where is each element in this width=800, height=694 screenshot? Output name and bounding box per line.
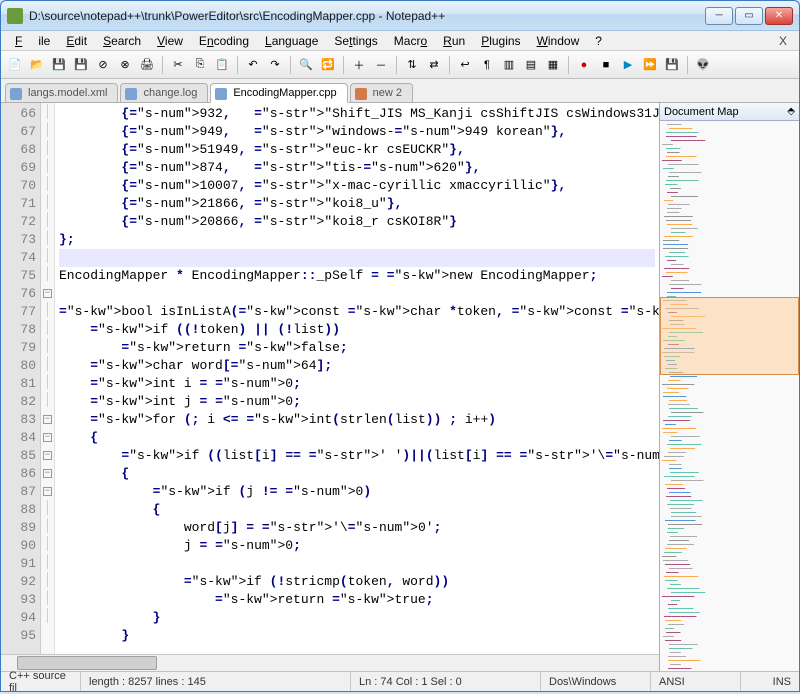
find-icon[interactable]: 🔍 [296, 55, 316, 75]
new-file-icon[interactable]: 📄 [5, 55, 25, 75]
cut-icon[interactable]: ✂ [168, 55, 188, 75]
tab-new2[interactable]: new 2 [350, 83, 413, 102]
alien-icon[interactable]: 👽 [693, 55, 713, 75]
status-length: length : 8257 lines : 145 [81, 672, 351, 691]
document-map-panel: Document Map ⬘ ▬▬▬▬▬▬▬▬▬▬▬▬▬▬▬▬▬▬▬▬▬▬▬▬▬… [659, 103, 799, 671]
docmap-icon[interactable]: ▦ [543, 55, 563, 75]
status-bar: C++ source fil length : 8257 lines : 145… [1, 671, 799, 691]
toolbar: 📄 📂 💾 💾 ⊘ ⊗ 🖨 ✂ ⎘ 📋 ↶ ↷ 🔍 🔁 ＋ － ⇅ ⇄ ↩ ¶ … [1, 51, 799, 79]
status-encoding: ANSI [651, 672, 741, 691]
separator [687, 56, 688, 74]
paste-icon[interactable]: 📋 [212, 55, 232, 75]
maximize-button[interactable]: ▭ [735, 7, 763, 25]
scrollbar-thumb[interactable] [17, 656, 157, 670]
app-icon [7, 8, 23, 24]
status-mode: INS [765, 672, 799, 691]
save-icon[interactable]: 💾 [49, 55, 69, 75]
wrap-icon[interactable]: ↩ [455, 55, 475, 75]
separator [290, 56, 291, 74]
window-title: D:\source\notepad++\trunk\PowerEditor\sr… [29, 9, 705, 23]
tab-langs-model[interactable]: langs.model.xml [5, 83, 118, 102]
menu-bar: File Edit Search View Encoding Language … [1, 31, 799, 51]
separator [343, 56, 344, 74]
code-area[interactable]: {="s-num">932, ="s-str">"Shift_JIS MS_Ka… [55, 103, 659, 654]
document-map-viewport[interactable] [660, 297, 799, 375]
document-map-title: Document Map ⬘ [660, 103, 799, 121]
tab-changelog[interactable]: change.log [120, 83, 208, 102]
status-eol: Dos\Windows [541, 672, 651, 691]
workspace: 6667686970717273747576777879808182838485… [1, 103, 799, 671]
menu-edit[interactable]: Edit [58, 33, 95, 49]
lang-icon[interactable]: ▤ [521, 55, 541, 75]
menu-macro[interactable]: Macro [386, 33, 435, 49]
open-file-icon[interactable]: 📂 [27, 55, 47, 75]
play-multi-icon[interactable]: ⏩ [640, 55, 660, 75]
fold-margin[interactable]: ││││││││││−││││││−−−−−│││││││ [41, 103, 55, 654]
separator [162, 56, 163, 74]
save-all-icon[interactable]: 💾 [71, 55, 91, 75]
menu-encoding[interactable]: Encoding [191, 33, 257, 49]
window-buttons: ─ ▭ ✕ [705, 7, 793, 25]
separator [237, 56, 238, 74]
tab-bar: langs.model.xml change.log EncodingMappe… [1, 79, 799, 103]
status-position: Ln : 74 Col : 1 Sel : 0 [351, 672, 541, 691]
status-language: C++ source fil [1, 672, 81, 691]
sync-h-icon[interactable]: ⇄ [424, 55, 444, 75]
separator [449, 56, 450, 74]
redo-icon[interactable]: ↷ [265, 55, 285, 75]
undo-icon[interactable]: ↶ [243, 55, 263, 75]
menu-plugins[interactable]: Plugins [473, 33, 528, 49]
menu-search[interactable]: Search [95, 33, 149, 49]
menu-settings[interactable]: Settings [326, 33, 385, 49]
sync-v-icon[interactable]: ⇅ [402, 55, 422, 75]
indent-guide-icon[interactable]: ▥ [499, 55, 519, 75]
all-chars-icon[interactable]: ¶ [477, 55, 497, 75]
separator [396, 56, 397, 74]
menu-run[interactable]: Run [435, 33, 473, 49]
menu-close-doc[interactable]: X [773, 34, 793, 48]
horizontal-scrollbar[interactable] [1, 654, 659, 671]
menu-language[interactable]: Language [257, 33, 326, 49]
close-button[interactable]: ✕ [765, 7, 793, 25]
record-icon[interactable]: ● [574, 55, 594, 75]
code-editor[interactable]: 6667686970717273747576777879808182838485… [1, 103, 659, 654]
close-icon[interactable]: ⊘ [93, 55, 113, 75]
close-all-icon[interactable]: ⊗ [115, 55, 135, 75]
menu-window[interactable]: Window [529, 33, 588, 49]
play-icon[interactable]: ▶ [618, 55, 638, 75]
document-map-body[interactable]: ▬▬▬▬▬▬▬▬▬▬▬▬▬▬▬▬▬▬▬▬▬▬▬▬▬▬▬▬▬▬▬▬▬▬▬▬▬▬▬▬… [660, 121, 799, 671]
line-gutter: 6667686970717273747576777879808182838485… [1, 103, 41, 654]
zoom-out-icon[interactable]: － [371, 55, 391, 75]
minimize-button[interactable]: ─ [705, 7, 733, 25]
save-macro-icon[interactable]: 💾 [662, 55, 682, 75]
menu-file[interactable]: File [7, 33, 58, 49]
pin-icon[interactable]: ⬘ [787, 106, 795, 117]
editor-pane: 6667686970717273747576777879808182838485… [1, 103, 659, 671]
separator [568, 56, 569, 74]
print-icon[interactable]: 🖨 [137, 55, 157, 75]
title-bar: D:\source\notepad++\trunk\PowerEditor\sr… [1, 1, 799, 31]
menu-view[interactable]: View [149, 33, 191, 49]
stop-icon[interactable]: ■ [596, 55, 616, 75]
tab-encodingmapper[interactable]: EncodingMapper.cpp [210, 83, 347, 103]
copy-icon[interactable]: ⎘ [190, 55, 210, 75]
document-map-label: Document Map [664, 106, 739, 118]
replace-icon[interactable]: 🔁 [318, 55, 338, 75]
menu-help[interactable]: ? [587, 33, 610, 49]
zoom-in-icon[interactable]: ＋ [349, 55, 369, 75]
